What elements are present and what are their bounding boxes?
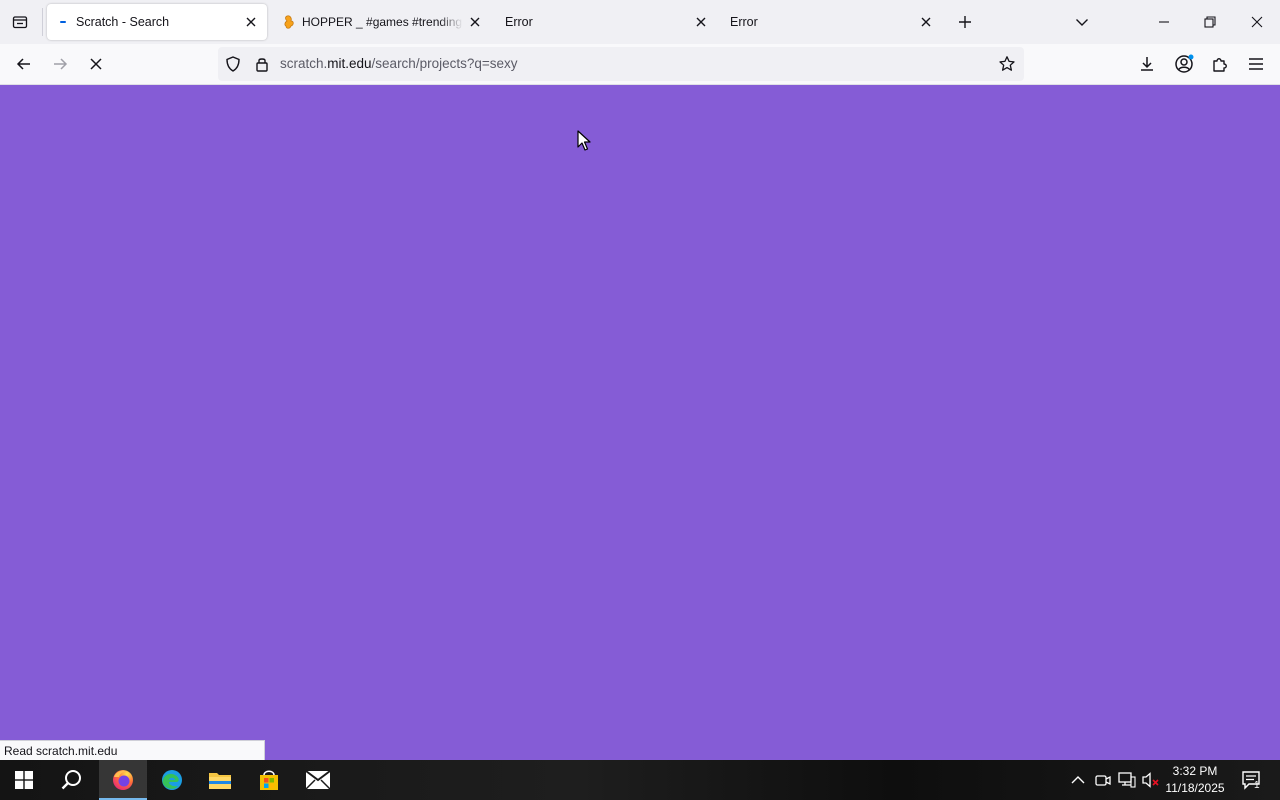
camera-icon [1095,775,1111,786]
taskbar-search-button[interactable] [48,760,96,800]
arrow-right-icon [54,58,68,70]
arrow-left-icon [16,58,30,70]
stop-icon [90,58,102,70]
url-path: /search/projects?q=sexy [371,56,518,71]
account-button[interactable] [1168,48,1200,80]
list-all-tabs-button[interactable] [1068,8,1096,36]
new-tab-button[interactable] [951,8,979,36]
start-button[interactable] [0,760,48,800]
tab-scratch-search[interactable]: Scratch - Search [47,4,267,40]
url-text[interactable]: scratch.mit.edu/search/projects?q=sexy [280,56,518,71]
tab-title: Scratch - Search [76,15,170,29]
tab-title: Error [505,15,533,29]
lock-icon[interactable] [253,55,271,73]
forward-button[interactable] [44,48,76,80]
tab-close-button[interactable] [463,10,487,34]
tab-error-2[interactable]: Error [722,4,942,40]
chevron-down-icon [1076,19,1088,26]
puzzle-icon [1213,58,1227,72]
close-icon [696,17,706,27]
url-host: mit.edu [327,56,372,71]
taskbar-clock[interactable]: 3:32 PM 11/18/2025 [1160,763,1230,797]
tab-hopper[interactable]: HOPPER _ #games #trending #all [273,4,491,40]
taskbar-firefox[interactable] [99,760,147,800]
edge-icon [162,770,182,790]
clock-time: 3:32 PM [1172,764,1218,778]
tab-error-1[interactable]: Error [497,4,717,40]
notification-count: 1 [1254,780,1260,791]
download-icon [1141,57,1153,71]
tab-close-button[interactable] [914,10,938,34]
downloads-button[interactable] [1131,48,1163,80]
mouse-cursor-icon [577,130,591,151]
close-window-button[interactable] [1234,0,1280,44]
meet-now-button[interactable] [1093,770,1113,790]
minimize-button[interactable] [1141,0,1187,44]
tab-close-button[interactable] [239,10,263,34]
network-icon [1118,772,1136,788]
tab-title: HOPPER _ #games #trending #all [302,15,463,29]
back-button[interactable] [8,48,40,80]
bookmark-star-button[interactable] [998,55,1016,73]
scratch-loading-icon [56,14,72,30]
file-explorer-icon [209,773,231,789]
url-prefix: scratch. [280,56,328,71]
plus-icon [959,16,971,28]
network-button[interactable] [1117,770,1137,790]
taskbar-store[interactable] [245,760,293,800]
close-icon [1251,16,1263,28]
scratch-cat-icon [282,14,298,30]
volume-button[interactable] [1141,770,1161,790]
stop-loading-button[interactable] [80,48,112,80]
navigation-toolbar: scratch.mit.edu/search/projects?q=sexy [0,44,1280,85]
windows-logo-icon [15,771,33,789]
clock-date: 11/18/2025 [1165,781,1225,795]
tab-separator [42,8,43,36]
close-icon [921,17,931,27]
star-icon [999,56,1015,71]
menu-button[interactable] [1240,48,1272,80]
store-icon [260,770,278,790]
hamburger-menu-icon [1249,58,1263,70]
firefox-view-button[interactable] [0,0,40,44]
search-icon [61,770,81,790]
taskbar-edge[interactable] [148,760,196,800]
tab-close-button[interactable] [689,10,713,34]
firefox-icon [113,770,133,790]
minimize-icon [1159,21,1169,23]
taskbar-mail[interactable] [294,760,342,800]
page-content [0,85,1280,760]
tracking-protection-shield-icon[interactable] [224,55,242,73]
close-icon [470,17,480,27]
status-text: Read scratch.mit.edu [4,744,118,758]
restore-button[interactable] [1187,0,1233,44]
windows-taskbar: 3:32 PM 11/18/2025 1 [0,760,1280,800]
status-panel: Read scratch.mit.edu [0,740,265,760]
firefox-view-icon [12,16,28,29]
account-icon [1175,54,1194,73]
tab-strip: Scratch - Search HOPPER _ #games #trendi… [0,0,1280,44]
tab-title: Error [730,15,758,29]
mail-icon [305,770,331,790]
show-hidden-icons-button[interactable] [1068,770,1088,790]
taskbar-file-explorer[interactable] [196,760,244,800]
close-icon [246,17,256,27]
restore-icon [1204,16,1216,28]
extensions-button[interactable] [1204,48,1236,80]
volume-muted-icon [1142,772,1159,788]
chevron-up-icon [1071,776,1085,784]
address-bar[interactable]: scratch.mit.edu/search/projects?q=sexy [218,47,1024,81]
action-center-button[interactable]: 1 [1232,760,1272,800]
